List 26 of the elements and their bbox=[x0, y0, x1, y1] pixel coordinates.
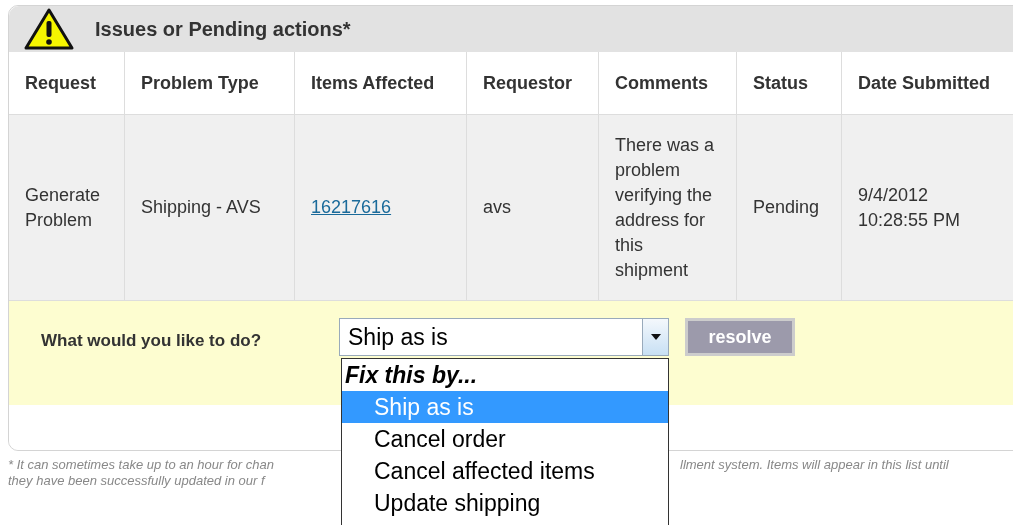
item-link[interactable]: 16217616 bbox=[311, 194, 392, 221]
dropdown-option[interactable]: Cancel affected items bbox=[342, 455, 668, 487]
caret-icon bbox=[642, 319, 668, 355]
table-cell-text: 9/4/2012 10:28:55 PM bbox=[858, 183, 962, 232]
table-cell-text: Pending bbox=[753, 196, 820, 219]
column-header: Status bbox=[753, 71, 808, 95]
column-header: Items Affected bbox=[311, 71, 435, 95]
column-header: Date Submitted bbox=[858, 71, 990, 95]
column-header: Comments bbox=[615, 71, 708, 95]
option-group-label: Fix this by... bbox=[344, 361, 479, 390]
footnote-text: llment system. Items will appear in this list until bbox=[680, 457, 949, 473]
column-header: Requestor bbox=[483, 71, 572, 95]
action-label: What would you like to do? bbox=[41, 330, 263, 352]
column-header: Problem Type bbox=[141, 71, 259, 95]
footnote-text: * It can sometimes take up to an hour for chan bbox=[8, 457, 275, 473]
dropdown-option[interactable]: Cancel order bbox=[342, 423, 668, 455]
table-cell-text: There was a problem verifying the address for this shipment bbox=[615, 133, 716, 282]
footnote-text: they have been successfully updated in our f bbox=[8, 473, 267, 489]
column-header: Request bbox=[25, 71, 96, 95]
warning-icon bbox=[23, 7, 75, 51]
table-cell-text: avs bbox=[483, 196, 511, 219]
table-cell-text: Generate Problem bbox=[25, 183, 102, 232]
dropdown-option[interactable]: Update shipping bbox=[342, 487, 668, 519]
panel-title: Issues or Pending actions* bbox=[95, 17, 351, 42]
table-cell-text: Shipping - AVS bbox=[141, 196, 261, 219]
action-select[interactable]: Ship as is bbox=[339, 318, 669, 356]
